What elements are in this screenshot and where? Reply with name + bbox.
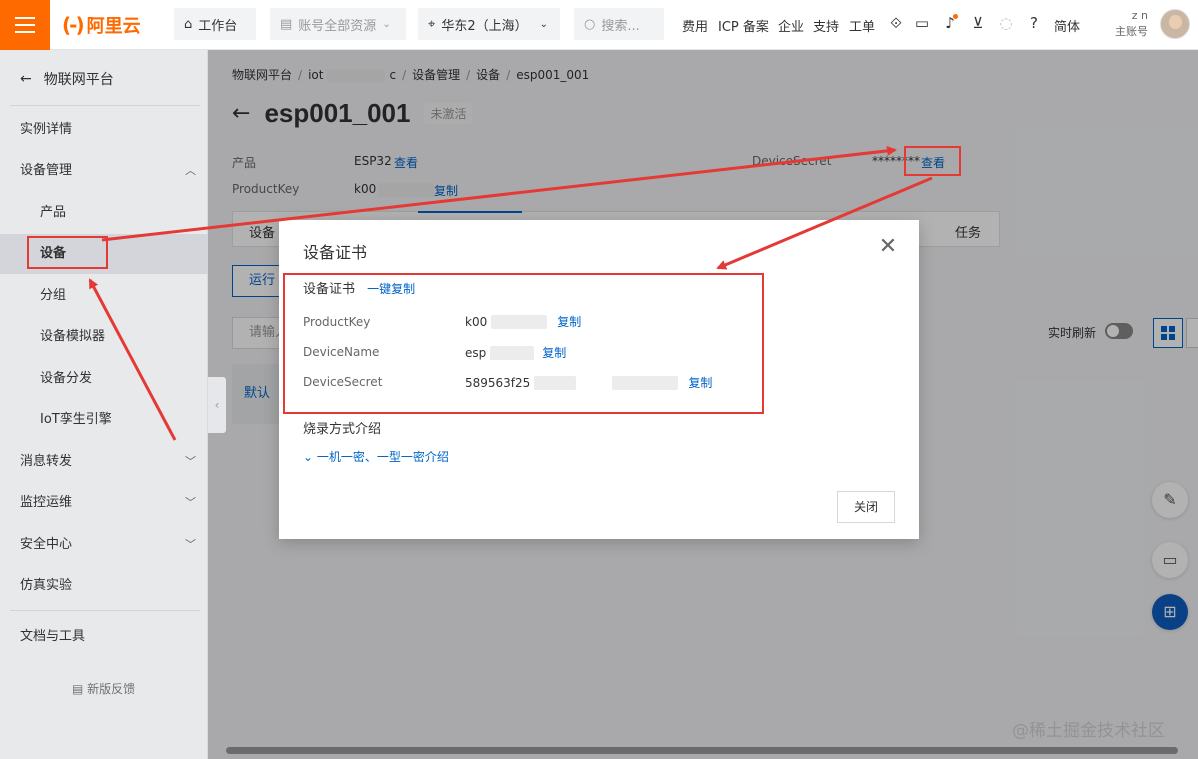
nav-link-enterprise[interactable]: 企业: [778, 16, 804, 35]
cart-icon[interactable]: ⊻: [969, 14, 987, 32]
nav-link-icp[interactable]: ICP 备案: [718, 16, 769, 35]
hamburger-icon: [15, 17, 35, 19]
chevron-left-icon: ‹: [214, 398, 220, 412]
home-icon: ⌂: [184, 16, 193, 32]
chevron-down-icon: ⌄: [539, 18, 548, 30]
sidebar-collapse-handle[interactable]: ‹: [208, 377, 226, 433]
annotation-box-certificate: [283, 273, 764, 414]
nav-link-cost[interactable]: 费用: [682, 16, 708, 35]
annotation-box-device: [27, 236, 108, 269]
burn-method-toggle[interactable]: ⌄ 一机一密、一型一密介绍: [303, 448, 449, 465]
workbench-button[interactable]: ⌂ 工作台: [174, 8, 256, 40]
resource-icon: ▤: [280, 16, 293, 32]
aliyun-logo[interactable]: (-) 阿里云: [62, 12, 141, 38]
close-button[interactable]: 关闭: [837, 491, 895, 523]
user-account[interactable]: z n 主账号: [1115, 8, 1148, 40]
logo-mark-icon: (-): [62, 13, 85, 37]
language-switch[interactable]: 简体: [1054, 16, 1080, 35]
location-icon: ⌖: [428, 16, 436, 32]
code-icon[interactable]: ⟐: [887, 14, 905, 32]
dialog-title: 设备证书: [303, 243, 368, 262]
region-select[interactable]: ⌖ 华东2（上海） ⌄: [418, 8, 560, 40]
search-input[interactable]: ○ 搜索...: [574, 8, 664, 40]
lightbulb-icon[interactable]: ◌: [997, 14, 1015, 32]
nav-link-support[interactable]: 支持: [813, 16, 839, 35]
terminal-icon[interactable]: ▭: [913, 14, 931, 32]
watermark: @稀土掘金技术社区: [1012, 721, 1165, 741]
search-icon: ○: [584, 16, 596, 32]
notification-dot: [953, 14, 958, 19]
account-resources-select[interactable]: ▤ 账号全部资源 ⌄: [270, 8, 406, 40]
avatar[interactable]: [1160, 9, 1190, 39]
chevron-down-icon: ⌄: [382, 18, 391, 30]
help-icon[interactable]: ?: [1025, 14, 1043, 32]
annotation-box-view: [904, 146, 961, 176]
nav-link-ticket[interactable]: 工单: [849, 16, 875, 35]
burn-method-title: 烧录方式介绍: [303, 422, 382, 437]
close-icon[interactable]: ✕: [877, 236, 899, 258]
chevron-down-icon: ⌄: [303, 450, 317, 464]
menu-button[interactable]: [0, 0, 50, 50]
